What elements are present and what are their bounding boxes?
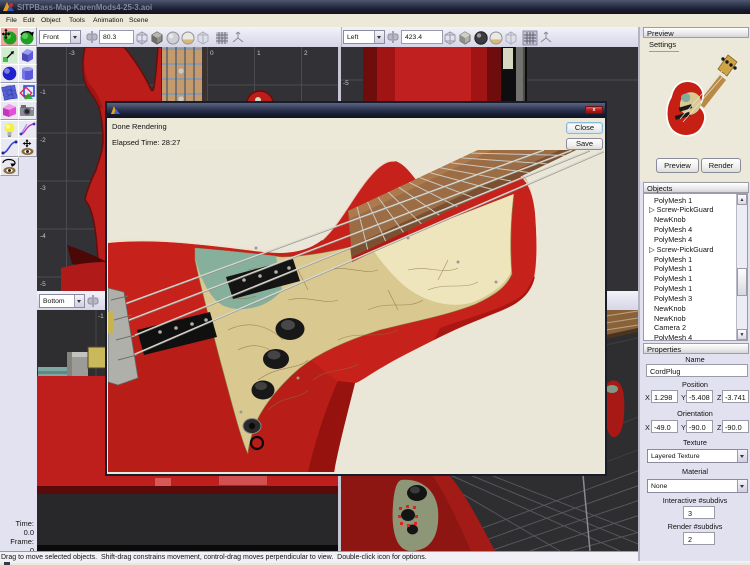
svg-text:1: 1 [257,50,261,57]
svg-text:-5: -5 [40,281,46,288]
svg-text:0: 0 [210,50,214,57]
svg-text:-1: -1 [98,313,104,320]
svg-text:-3: -3 [40,185,46,192]
svg-text:-1: -1 [40,89,46,96]
svg-text:2: 2 [304,50,308,57]
svg-text:-2: -2 [40,137,46,144]
svg-text:-5: -5 [343,80,349,87]
svg-text:-3: -3 [69,50,75,57]
svg-text:-4: -4 [40,233,46,240]
